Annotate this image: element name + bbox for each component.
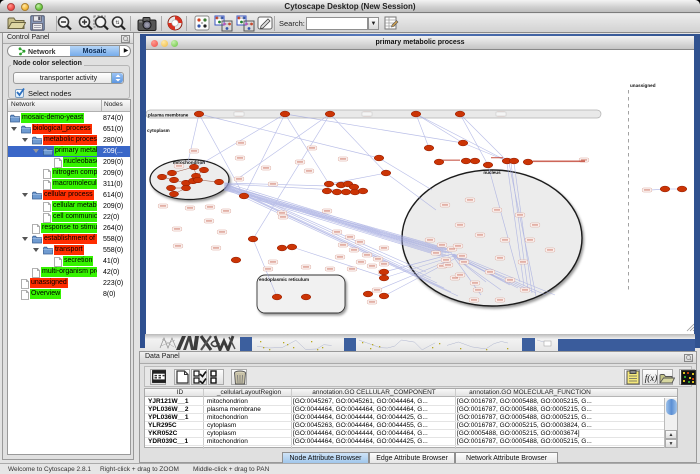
svg-text:⇅: ⇅ <box>115 20 119 26</box>
svg-text:f(x): f(x) <box>645 373 658 383</box>
svg-text:cytoplasm: cytoplasm <box>147 128 170 133</box>
svg-text:unassigned: unassigned <box>630 83 656 88</box>
svg-text:nucleus: nucleus <box>483 170 501 175</box>
svg-text:endoplasmic reticulum: endoplasmic reticulum <box>259 277 309 282</box>
svg-text:plasma membrane: plasma membrane <box>148 113 189 118</box>
